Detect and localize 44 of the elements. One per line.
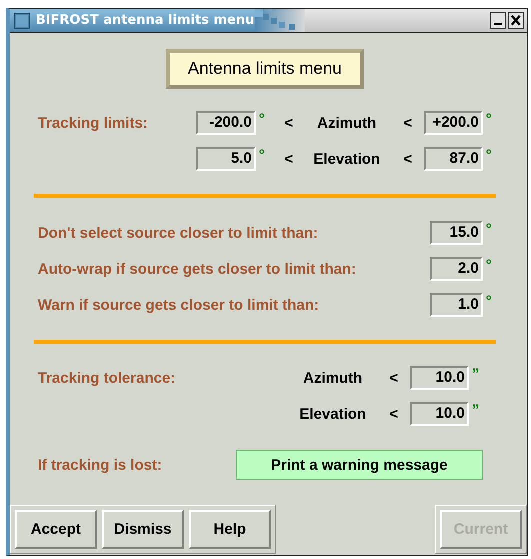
unit-mark: ° (485, 221, 493, 238)
max-field[interactable]: 87.0 (424, 147, 483, 171)
close-icon[interactable] (508, 12, 524, 29)
setting-label: Auto-wrap if source gets closer to limit than: (38, 260, 358, 278)
window-title: BIFROST antenna limits menu (36, 13, 255, 28)
dialog-button[interactable]: Accept (15, 510, 97, 549)
unit-mark: ” (471, 366, 480, 383)
unit-mark: ° (485, 257, 493, 274)
section-label: Tracking limits: (38, 114, 150, 132)
unit-mark: ° (258, 147, 266, 164)
less-than-sign: < (388, 406, 400, 422)
menu-heading: Antenna limits menu (166, 49, 364, 89)
unit-mark: ” (471, 402, 480, 419)
dialog-button[interactable]: Dismiss (102, 510, 184, 549)
setting-label: Don't select source closer to limit than: (38, 224, 320, 242)
axis-label: Azimuth (316, 114, 378, 132)
setting-label: Warn if source gets closer to limit than: (38, 296, 320, 314)
value-field[interactable]: 1.0 (430, 293, 483, 317)
value-field[interactable]: 10.0 (410, 402, 469, 426)
unit-mark: ° (485, 293, 493, 310)
less-than-sign: < (284, 150, 294, 168)
max-field[interactable]: +200.0 (424, 111, 483, 135)
unit-mark: ° (258, 111, 266, 128)
value-field[interactable]: 10.0 (410, 366, 469, 390)
action-button[interactable]: Print a warning message (236, 450, 483, 480)
window-icon[interactable] (14, 12, 30, 28)
axis-label: Elevation (298, 406, 368, 422)
dialog-button[interactable]: Help (189, 510, 271, 549)
unit-mark: ° (485, 111, 493, 128)
value-field[interactable]: 15.0 (430, 221, 483, 245)
min-field[interactable]: -200.0 (196, 111, 256, 135)
less-than-sign: < (284, 114, 294, 132)
section-label: If tracking is lost: (38, 456, 164, 474)
title-decoration-icon (254, 9, 305, 32)
less-than-sign: < (402, 114, 414, 132)
min-field[interactable]: 5.0 (196, 147, 256, 171)
minimize-icon[interactable] (490, 12, 506, 29)
section-label: Tracking tolerance: (38, 370, 177, 386)
value-field[interactable]: 2.0 (430, 257, 483, 281)
axis-label: Azimuth (302, 370, 364, 386)
unit-mark: ° (485, 147, 493, 164)
axis-label: Elevation (312, 150, 382, 168)
less-than-sign: < (402, 150, 414, 168)
less-than-sign: < (388, 370, 400, 386)
